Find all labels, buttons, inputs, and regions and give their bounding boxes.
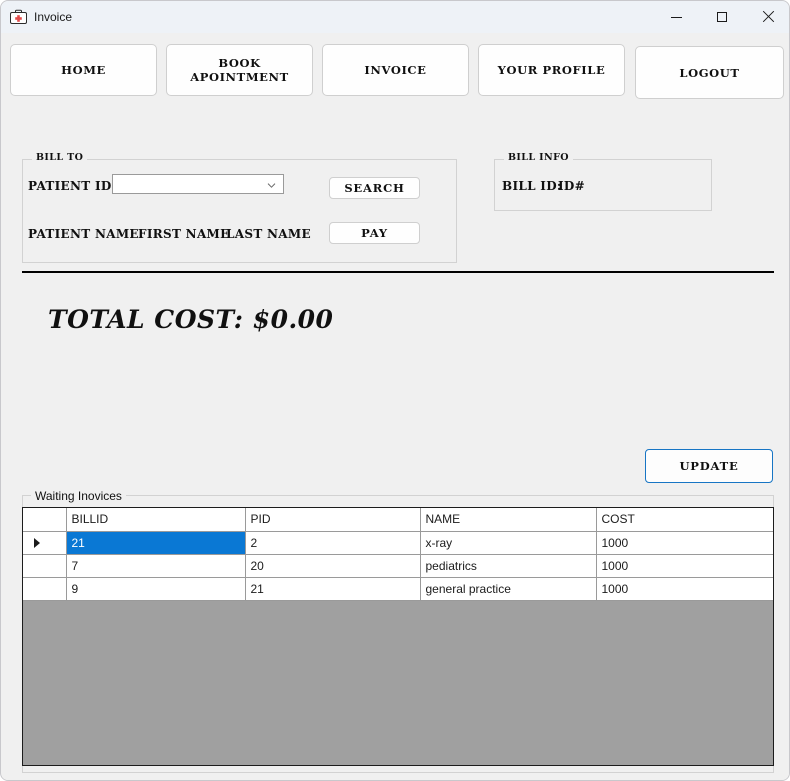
nav-home-button[interactable]: HOME xyxy=(10,44,157,96)
bill-to-group-label: BILL TO xyxy=(32,152,88,163)
cell-name[interactable]: general practice xyxy=(420,577,597,601)
row-selector[interactable] xyxy=(23,554,67,578)
waiting-invoices-group-label: Waiting Inovices xyxy=(31,489,126,503)
cell-billid[interactable]: 9 xyxy=(66,577,246,601)
minimize-icon xyxy=(670,16,682,18)
chevron-down-icon xyxy=(267,183,276,188)
waiting-invoices-grid[interactable]: BILLID PID NAME COST 21 2 x-ray 1000 7 2… xyxy=(22,507,774,766)
bill-id-label: BILL ID: xyxy=(502,179,562,193)
close-button[interactable] xyxy=(745,1,789,33)
nav-logout-button[interactable]: LOGOUT xyxy=(635,46,784,99)
nav-invoice-button[interactable]: INVOICE xyxy=(322,44,469,96)
bill-info-group-label: BILL INFO xyxy=(504,152,573,163)
window-title: Invoice xyxy=(34,10,73,24)
cell-pid[interactable]: 21 xyxy=(245,577,421,601)
close-icon xyxy=(762,11,774,23)
row-header-corner xyxy=(23,508,67,532)
minimize-button[interactable] xyxy=(653,1,699,33)
client-area: HOME BOOK APOINTMENT INVOICE YOUR PROFIL… xyxy=(2,33,789,780)
patient-id-label: PATIENT ID: xyxy=(28,179,117,193)
cell-cost[interactable]: 1000 xyxy=(596,577,773,601)
cell-pid[interactable]: 20 xyxy=(245,554,421,578)
table-row[interactable]: 9 21 general practice 1000 xyxy=(23,577,773,601)
section-divider xyxy=(22,271,774,273)
patient-first-name-value: FIRST NAME xyxy=(138,227,230,241)
invoices-table: BILLID PID NAME COST 21 2 x-ray 1000 7 2… xyxy=(23,508,773,601)
table-row[interactable]: 21 2 x-ray 1000 xyxy=(23,531,773,555)
nav-your-profile-button[interactable]: YOUR PROFILE xyxy=(478,44,625,96)
row-selector-current[interactable] xyxy=(23,531,67,555)
maximize-icon xyxy=(717,12,727,22)
medical-kit-icon xyxy=(10,9,27,24)
pay-button[interactable]: PAY xyxy=(329,222,420,244)
maximize-button[interactable] xyxy=(699,1,745,33)
cell-cost[interactable]: 1000 xyxy=(596,554,773,578)
update-button[interactable]: UPDATE xyxy=(645,449,773,483)
cell-name[interactable]: x-ray xyxy=(420,531,597,555)
patient-id-combobox[interactable] xyxy=(112,174,284,194)
patient-name-label: PATIENT NAME: xyxy=(28,227,144,241)
row-selector[interactable] xyxy=(23,577,67,601)
column-header-pid[interactable]: PID xyxy=(245,508,421,532)
table-header-row: BILLID PID NAME COST xyxy=(23,508,773,532)
invoice-window: Invoice HOME BOOK APOINTMENT INVOICE YOU… xyxy=(0,0,790,781)
nav-book-appointment-button[interactable]: BOOK APOINTMENT xyxy=(166,44,313,96)
title-bar: Invoice xyxy=(1,1,789,33)
column-header-billid[interactable]: BILLID xyxy=(66,508,246,532)
cell-pid[interactable]: 2 xyxy=(245,531,421,555)
cell-billid[interactable]: 21 xyxy=(66,531,246,555)
cell-name[interactable]: pediatrics xyxy=(420,554,597,578)
total-cost-label: TOTAL COST: $0.00 xyxy=(48,305,334,334)
table-row[interactable]: 7 20 pediatrics 1000 xyxy=(23,554,773,578)
bill-id-value: ID# xyxy=(558,179,585,193)
column-header-cost[interactable]: COST xyxy=(596,508,773,532)
column-header-name[interactable]: NAME xyxy=(420,508,597,532)
cell-cost[interactable]: 1000 xyxy=(596,531,773,555)
patient-last-name-value: LAST NAME xyxy=(226,227,311,241)
search-button[interactable]: SEARCH xyxy=(329,177,420,199)
row-arrow-icon xyxy=(34,538,40,548)
cell-billid[interactable]: 7 xyxy=(66,554,246,578)
